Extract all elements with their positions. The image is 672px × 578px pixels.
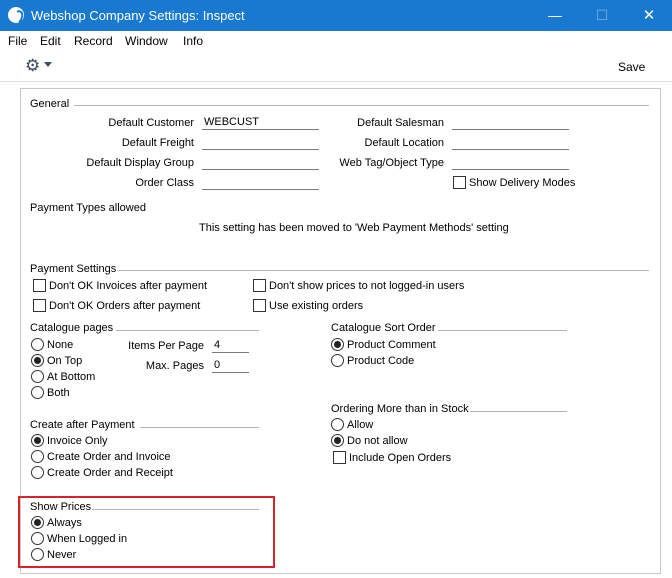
app-icon <box>8 7 24 23</box>
items-per-page-label: Items Per Page <box>128 340 204 352</box>
include-open-orders-checkbox[interactable] <box>333 451 346 464</box>
ordering-stock-section-title: Ordering More than in Stock <box>331 403 469 415</box>
menu-file[interactable]: File <box>8 34 27 48</box>
catalogue-pages-radio-on-top[interactable] <box>31 354 44 367</box>
create-after-payment-section-title: Create after Payment <box>30 419 135 431</box>
default-freight-label: Default Freight <box>121 137 194 149</box>
use-existing-orders-label: Use existing orders <box>269 300 364 312</box>
dont-show-prices-checkbox[interactable] <box>253 279 266 292</box>
catalogue-pages-label-both: Both <box>47 387 70 399</box>
ordering-stock-divider <box>470 411 567 412</box>
create-after-payment-divider <box>140 427 259 428</box>
sort-radio-product-code[interactable] <box>331 354 344 367</box>
create-radio-order-and-receipt[interactable] <box>31 466 44 479</box>
minimize-button[interactable]: — <box>532 0 578 31</box>
default-location-field[interactable] <box>452 136 569 150</box>
payment-settings-section-title: Payment Settings <box>30 263 117 275</box>
show-delivery-modes-checkbox[interactable] <box>453 176 466 189</box>
catalogue-pages-section-title: Catalogue pages <box>30 322 114 334</box>
web-tag-label: Web Tag/Object Type <box>339 157 444 169</box>
items-per-page-field[interactable]: 4 <box>212 339 249 353</box>
order-class-field[interactable] <box>202 176 319 190</box>
catalogue-sort-section-title: Catalogue Sort Order <box>331 322 436 334</box>
sort-label-product-comment: Product Comment <box>347 339 436 351</box>
default-freight-field[interactable] <box>202 136 319 150</box>
maximize-button[interactable]: ☐ <box>579 0 625 31</box>
sort-label-product-code: Product Code <box>347 355 415 367</box>
default-location-label: Default Location <box>364 137 445 149</box>
use-existing-orders-checkbox[interactable] <box>253 299 266 312</box>
catalogue-pages-radio-at-bottom[interactable] <box>31 370 44 383</box>
default-salesman-label: Default Salesman <box>357 117 444 129</box>
create-label-order-and-invoice: Create Order and Invoice <box>47 451 171 463</box>
dont-ok-invoices-checkbox[interactable] <box>33 279 46 292</box>
title-bar: Webshop Company Settings: Inspect — ☐ ✕ <box>0 0 672 31</box>
menu-bar: File Edit Record Window Info <box>0 31 672 52</box>
dont-ok-orders-label: Don't OK Orders after payment <box>49 300 201 312</box>
catalogue-pages-divider <box>116 330 259 331</box>
menu-info[interactable]: Info <box>183 34 203 48</box>
ordering-label-allow: Allow <box>347 419 374 431</box>
ordering-radio-allow[interactable] <box>331 418 344 431</box>
gear-icon[interactable]: ⚙ <box>25 57 40 74</box>
dont-ok-orders-checkbox[interactable] <box>33 299 46 312</box>
default-customer-field[interactable]: WEBCUST <box>202 116 319 130</box>
general-divider <box>74 105 649 106</box>
create-label-invoice-only: Invoice Only <box>47 435 108 447</box>
ordering-label-do-not-allow: Do not allow <box>347 435 408 447</box>
catalogue-sort-divider <box>438 330 567 331</box>
menu-edit[interactable]: Edit <box>40 34 61 48</box>
payment-settings-divider <box>118 270 649 271</box>
show-delivery-modes-label: Show Delivery Modes <box>469 177 576 189</box>
save-button[interactable]: Save <box>618 60 645 74</box>
catalogue-pages-label-at-bottom: At Bottom <box>47 371 96 383</box>
default-display-group-label: Default Display Group <box>86 157 194 169</box>
dont-ok-invoices-label: Don't OK Invoices after payment <box>49 280 208 292</box>
general-section-title: General <box>30 98 70 110</box>
default-salesman-field[interactable] <box>452 116 569 130</box>
create-radio-invoice-only[interactable] <box>31 434 44 447</box>
create-label-order-and-receipt: Create Order and Receipt <box>47 467 173 479</box>
close-button[interactable]: ✕ <box>626 0 672 31</box>
max-pages-field[interactable]: 0 <box>212 359 249 373</box>
dont-show-prices-label: Don't show prices to not logged-in users <box>269 280 465 292</box>
ordering-radio-do-not-allow[interactable] <box>331 434 344 447</box>
catalogue-pages-radio-both[interactable] <box>31 386 44 399</box>
catalogue-pages-label-none: None <box>47 339 74 351</box>
sort-radio-product-comment[interactable] <box>331 338 344 351</box>
web-tag-field[interactable] <box>452 156 569 170</box>
order-class-label: Order Class <box>135 177 194 189</box>
show-prices-highlight-box <box>18 496 275 568</box>
catalogue-pages-label-on-top: On Top <box>47 355 83 367</box>
default-customer-label: Default Customer <box>108 117 194 129</box>
chevron-down-icon[interactable] <box>44 62 52 67</box>
payment-types-message: This setting has been moved to 'Web Paym… <box>199 222 509 234</box>
default-display-group-field[interactable] <box>202 156 319 170</box>
menu-window[interactable]: Window <box>125 34 168 48</box>
include-open-orders-label: Include Open Orders <box>349 452 452 464</box>
menu-record[interactable]: Record <box>74 34 113 48</box>
create-radio-order-and-invoice[interactable] <box>31 450 44 463</box>
max-pages-label: Max. Pages <box>145 360 204 372</box>
catalogue-pages-radio-none[interactable] <box>31 338 44 351</box>
window-title: Webshop Company Settings: Inspect <box>31 8 245 23</box>
toolbar: ⚙ Save <box>0 52 672 82</box>
payment-types-section-title: Payment Types allowed <box>30 202 146 214</box>
